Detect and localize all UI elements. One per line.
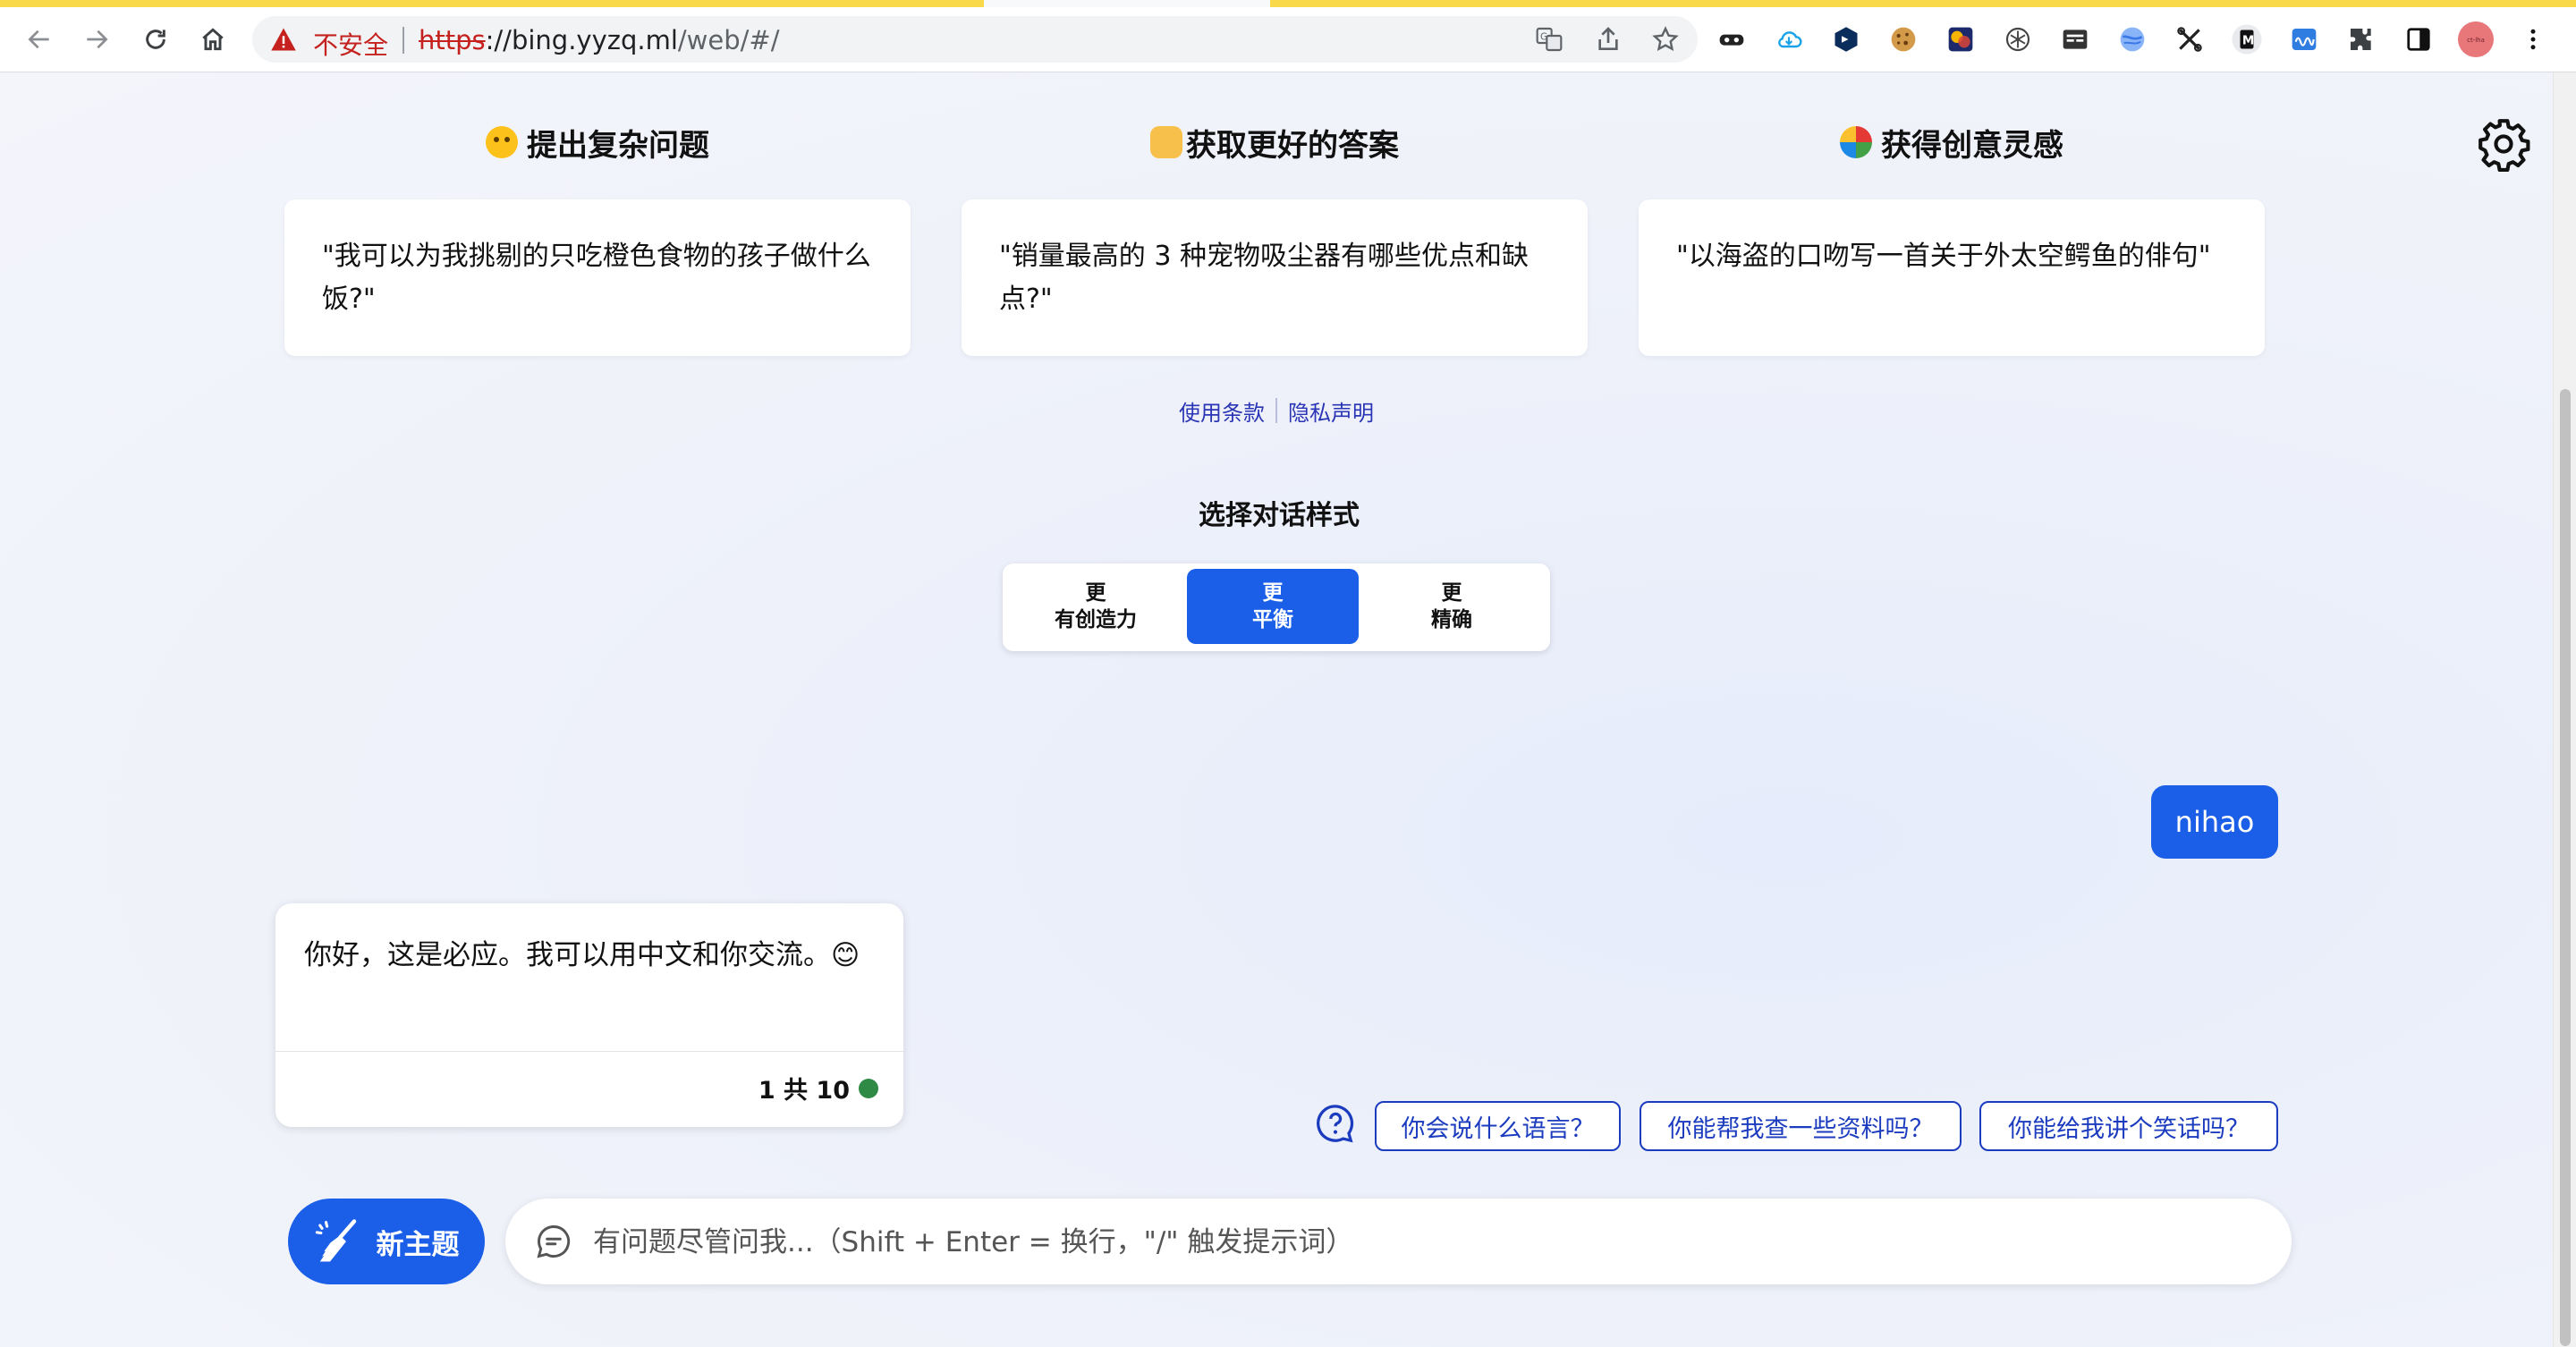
extensions-puzzle-icon[interactable]	[2343, 21, 2379, 57]
ext-openai-icon[interactable]	[2000, 21, 2036, 57]
example-text: "销量最高的 3 种宠物吸尘器有哪些优点和缺点?"	[999, 241, 1529, 315]
omnibox-divider	[402, 27, 404, 54]
new-topic-label: 新主题	[376, 1228, 460, 1261]
tab-strip	[0, 0, 2576, 7]
svg-text:M: M	[2242, 33, 2254, 47]
broom-icon	[315, 1219, 356, 1262]
arrow-left-icon	[28, 30, 49, 49]
reload-icon	[146, 30, 165, 49]
home-button[interactable]	[195, 21, 231, 57]
question-bubble-icon[interactable]	[1315, 1103, 1356, 1144]
user-message: nihao	[2151, 785, 2278, 859]
bing-chat-page: 提出复杂问题 获取更好的答案 获得创意灵感 "我可以为我挑剔的只吃橙色食物的孩子…	[0, 72, 2553, 1347]
status-dot	[859, 1079, 878, 1098]
ext-colorful-icon[interactable]	[1943, 21, 1979, 57]
ext-reader-icon[interactable]	[2057, 21, 2093, 57]
browser-menu-icon[interactable]	[2515, 21, 2551, 57]
feature-title-better-answers: 获取更好的答案	[962, 117, 1588, 167]
style-option-precise[interactable]: 更 精确	[1366, 569, 1538, 644]
svg-text:G: G	[1540, 31, 1547, 43]
footer-divider	[1275, 398, 1277, 423]
side-panel-icon[interactable]	[2401, 21, 2436, 57]
footer-links: 使用条款 隐私声明	[1179, 395, 1374, 427]
ext-crossed-tools-icon[interactable]	[2172, 21, 2207, 57]
suggestion-chip[interactable]: 你能给我讲个笑话吗？	[1979, 1101, 2278, 1151]
translate-icon[interactable]: G	[1535, 25, 1563, 54]
ext-mask-icon[interactable]	[1714, 21, 1750, 57]
back-button[interactable]	[21, 21, 57, 57]
url-scheme: https	[419, 25, 486, 55]
raised-hands-icon	[1150, 126, 1182, 158]
chat-input-box[interactable]	[505, 1199, 2292, 1284]
privacy-link[interactable]: 隐私声明	[1288, 395, 1374, 427]
url-text[interactable]: https://bing.yyzq.ml/web/#/	[419, 25, 780, 55]
share-icon[interactable]	[1594, 25, 1623, 54]
security-label[interactable]: 不安全	[313, 26, 388, 62]
ext-globe-icon[interactable]	[2114, 21, 2150, 57]
chat-bubble-icon	[537, 1225, 571, 1258]
arrow-right-icon	[87, 30, 108, 49]
conversation-style-title: 选择对话样式	[1199, 500, 1360, 531]
bookmark-star-icon[interactable]	[1651, 25, 1680, 54]
address-bar[interactable]: 不安全 https://bing.yyzq.ml/web/#/ G	[252, 16, 1698, 63]
ext-hexagon-icon[interactable]	[1828, 21, 1864, 57]
turn-counter: 1 共 10	[758, 1077, 850, 1105]
thinking-face-icon	[486, 126, 518, 158]
feature-title-creative: 获得创意灵感	[1639, 117, 2265, 167]
url-host: ://bing.yyzq.ml	[485, 25, 678, 55]
home-icon	[202, 28, 224, 51]
warning-icon	[271, 28, 296, 51]
avatar-text: ct-lha	[2467, 37, 2485, 44]
palette-icon	[1840, 126, 1872, 158]
forward-button[interactable]	[79, 21, 114, 57]
terms-link[interactable]: 使用条款	[1179, 395, 1265, 427]
profile-avatar[interactable]: ct-lha	[2458, 21, 2494, 57]
example-text: "我可以为我挑剔的只吃橙色食物的孩子做什么饭?"	[322, 241, 871, 315]
feature-title-complex: 提出复杂问题	[284, 117, 911, 167]
suggestion-chip[interactable]: 你会说什么语言？	[1375, 1101, 1621, 1151]
chat-input[interactable]	[591, 1215, 2258, 1270]
url-path: /web/#/	[677, 25, 780, 55]
conversation-style-toggle: 更 有创造力 更 平衡 更 精确	[1003, 563, 1550, 651]
gear-icon[interactable]	[2476, 116, 2531, 172]
ext-cloud-icon[interactable]	[1771, 21, 1807, 57]
new-topic-button[interactable]: 新主题	[288, 1199, 485, 1284]
page-scrollbar[interactable]	[2553, 72, 2576, 1347]
browser-toolbar: 不安全 https://bing.yyzq.ml/web/#/ G M ct-l…	[0, 7, 2576, 72]
suggestion-chip[interactable]: 你能帮我查一些资料吗？	[1640, 1101, 1962, 1151]
example-card-complex[interactable]: "我可以为我挑剔的只吃橙色食物的孩子做什么饭?"	[284, 199, 911, 356]
example-text: "以海盗的口吻写一首关于外太空鳄鱼的俳句"	[1676, 241, 2211, 272]
ext-cookie-icon[interactable]	[1885, 21, 1921, 57]
style-option-balanced[interactable]: 更 平衡	[1187, 569, 1359, 644]
bot-message-divider	[275, 1051, 903, 1052]
example-card-better-answers[interactable]: "销量最高的 3 种宠物吸尘器有哪些优点和缺点?"	[962, 199, 1588, 356]
bot-message-text: 你好，这是必应。我可以用中文和你交流。😊	[304, 939, 860, 971]
style-option-creative[interactable]: 更 有创造力	[1010, 569, 1182, 644]
ext-m-icon[interactable]: M	[2229, 21, 2265, 57]
ext-wave-icon[interactable]	[2286, 21, 2322, 57]
example-card-creative[interactable]: "以海盗的口吻写一首关于外太空鳄鱼的俳句"	[1639, 199, 2265, 356]
scrollbar-thumb[interactable]	[2560, 389, 2571, 1346]
bot-message: 你好，这是必应。我可以用中文和你交流。😊 1 共 10	[275, 903, 903, 1127]
reload-button[interactable]	[138, 21, 174, 57]
